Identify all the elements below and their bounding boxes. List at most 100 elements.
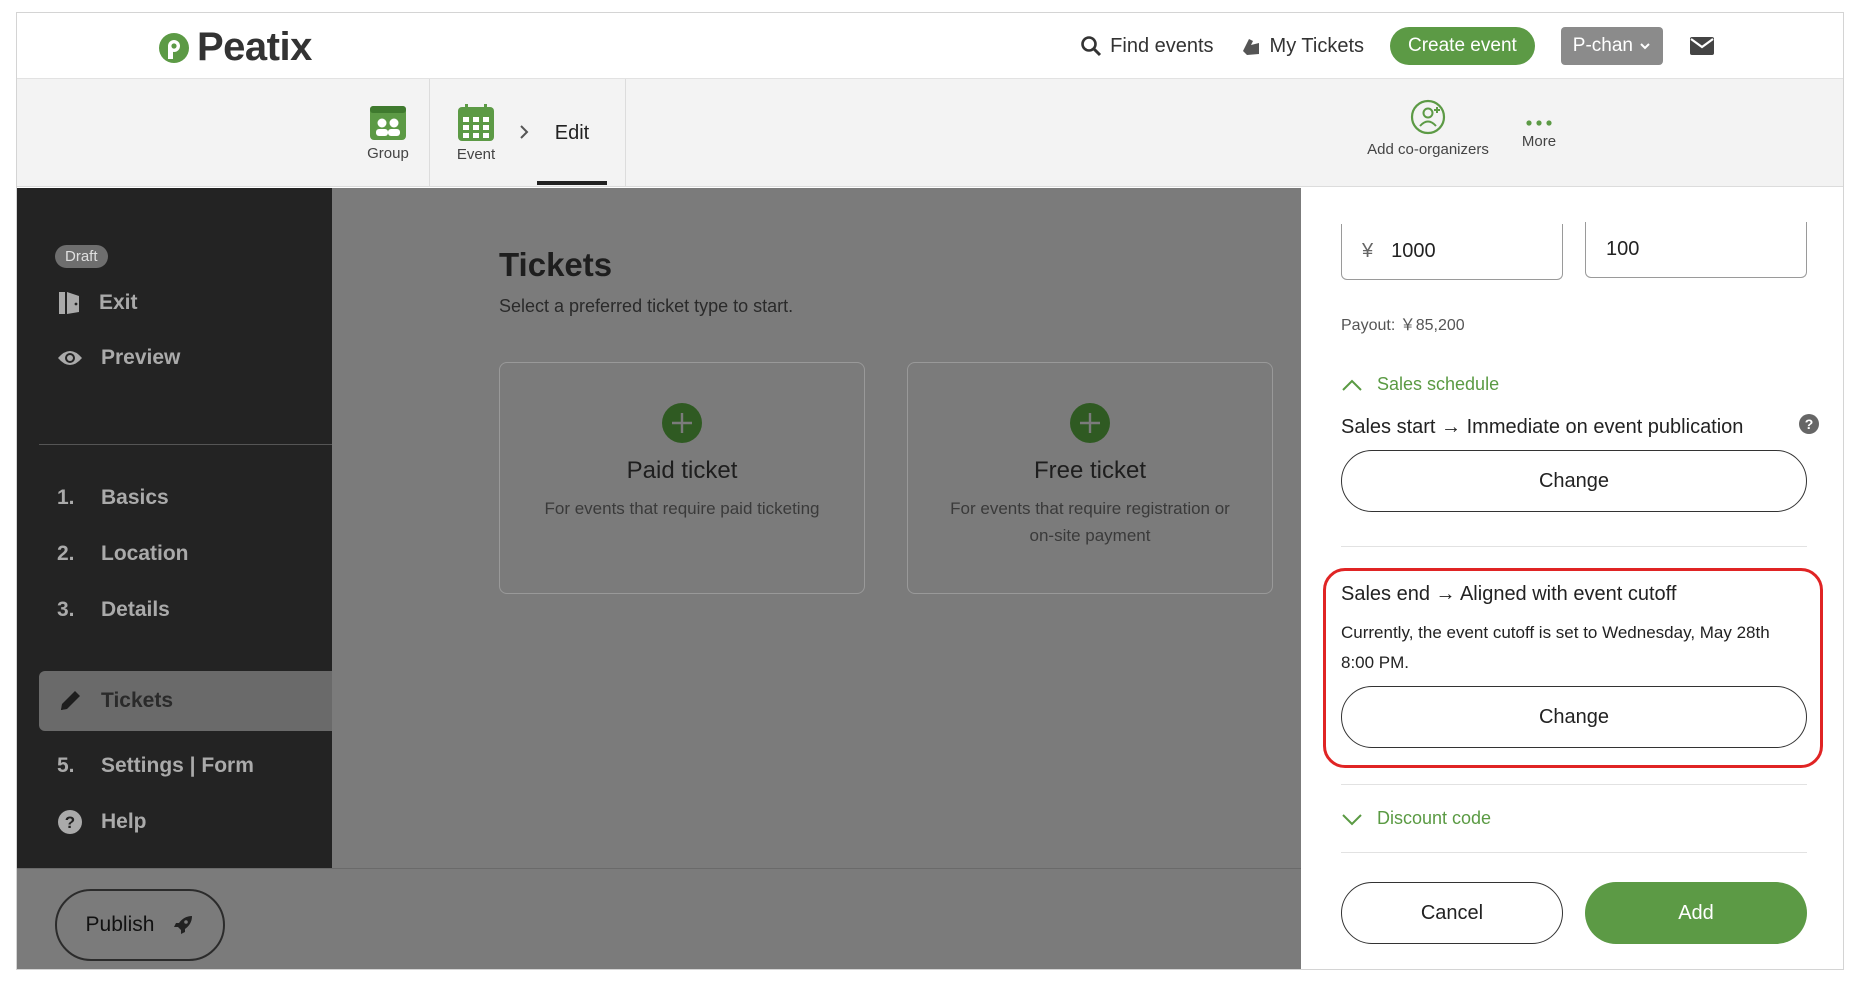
sales-schedule-toggle[interactable]: Sales schedule [1341,374,1499,395]
quantity-value: 100 [1606,238,1640,260]
page-title: Tickets [499,246,613,283]
step-number: 2. [57,542,75,565]
step-number: 3. [57,598,75,621]
user-name: P-chan [1572,35,1633,56]
my-tickets-link[interactable]: My Tickets [1240,35,1364,58]
step-number: 1. [57,486,75,509]
more-label: More [1521,133,1557,150]
find-events-label: Find events [1110,34,1214,57]
chevron-right-icon [520,125,529,139]
group-icon [370,105,406,140]
more-button[interactable]: More [1511,119,1567,150]
top-nav: Find events My Tickets Create event P-ch… [1080,25,1715,67]
sales-end-text: Sales end → Aligned with event cutoff [1341,583,1677,605]
preview-label: Preview [101,346,181,369]
active-tab-indicator [537,181,607,185]
add-button[interactable]: Add [1585,882,1807,944]
top-bar: Peatix Find events My Tickets Create eve… [17,13,1843,79]
question-icon[interactable]: ? [1799,414,1819,434]
paid-ticket-card[interactable]: Paid ticket For events that require paid… [499,362,865,594]
sidebar-item-tickets[interactable]: Tickets [57,688,173,714]
sidebar-item-location[interactable]: 2. Location [57,542,189,566]
step-label: Location [101,542,189,565]
bottom-action-bar: Publish [17,868,1301,969]
sales-start-text: Sales start → Immediate on event publica… [1341,416,1744,438]
main-area: Draft Exit Preview 1. Basics 2. Location… [17,188,1843,969]
divider [429,79,430,187]
card-title: Paid ticket [626,457,738,484]
step-label: Details [101,598,170,621]
sidebar-item-details[interactable]: 3. Details [57,598,170,622]
currency-symbol: ¥ [1362,240,1374,262]
discount-code-label: Discount code [1377,808,1492,828]
brand-name: Peatix [197,25,312,69]
add-circle-icon [662,403,702,443]
step-label: Basics [101,486,169,509]
add-coorganizers-button[interactable]: Add co-organizers [1353,99,1503,158]
publish-button[interactable]: Publish [55,889,225,961]
sidebar: Draft Exit Preview 1. Basics 2. Location… [17,188,332,868]
chevron-up-icon [1342,379,1362,391]
event-cutoff-text: Currently, the event cutoff is set to We… [1341,623,1770,672]
exit-label: Exit [99,291,138,314]
divider [625,79,626,187]
change-sales-start-button[interactable]: Change [1341,450,1807,512]
publish-label: Publish [85,913,155,936]
price-value: 1000 [1391,240,1436,262]
step-number: 5. [57,754,75,777]
breadcrumb-event[interactable]: Event [435,79,517,187]
sidebar-item-exit[interactable]: Exit [57,290,138,316]
sidebar-item-preview[interactable]: Preview [57,346,180,370]
event-label: Event [456,145,496,163]
peatix-logo[interactable]: Peatix [157,25,312,70]
search-icon [1081,36,1102,57]
discount-code-toggle[interactable]: Discount code [1341,808,1491,829]
step-label: Tickets [101,689,173,712]
mail-icon[interactable] [1689,35,1715,57]
payout-text: Payout: ￥85,200 [1341,317,1465,334]
add-person-icon [1410,99,1446,135]
pencil-icon [61,691,80,710]
breadcrumb-group[interactable]: Group [347,79,429,187]
quantity-field[interactable]: 100 [1585,222,1807,278]
price-field[interactable]: ¥ 1000 [1341,224,1563,280]
chevron-down-icon [1342,813,1362,825]
find-events-link[interactable]: Find events [1080,34,1214,58]
create-event-button[interactable]: Create event [1390,27,1535,65]
my-tickets-label: My Tickets [1269,34,1364,57]
more-dots-icon [1526,120,1552,126]
sub-header: Group Event Edit Add co-organizers More [17,79,1843,187]
sidebar-item-settings-form[interactable]: 5. Settings | Form [57,754,254,778]
peatix-logo-icon [159,32,189,63]
help-icon: ? [58,810,82,834]
sidebar-item-help[interactable]: ? Help [57,809,147,835]
eye-icon [58,351,82,365]
chevron-down-icon [1640,43,1650,50]
divider [1341,546,1807,547]
user-menu-button[interactable]: P-chan [1560,27,1663,65]
divider [39,444,332,445]
divider [1341,852,1807,853]
page-subtitle: Select a preferred ticket type to start. [499,296,794,316]
step-label: Settings | Form [101,754,254,777]
app-window: Peatix Find events My Tickets Create eve… [16,12,1844,970]
card-title: Free ticket [1033,457,1147,484]
tab-edit[interactable]: Edit [537,79,607,187]
sales-schedule-label: Sales schedule [1377,374,1500,394]
svg-text:?: ? [1805,416,1814,432]
cancel-button[interactable]: Cancel [1341,882,1563,944]
ticket-edit-panel: ¥ 1000 100 Payout: ￥85,200 Sales schedul… [1301,188,1843,969]
free-ticket-card[interactable]: Free ticket For events that require regi… [907,362,1273,594]
help-label: Help [101,810,147,833]
change-sales-end-button[interactable]: Change [1341,686,1807,748]
rocket-icon [174,916,193,934]
divider [1341,784,1807,785]
calendar-icon [458,103,494,141]
card-description: For events that require paid ticketing [544,499,820,518]
sidebar-item-basics[interactable]: 1. Basics [57,486,169,510]
group-label: Group [367,144,409,162]
status-badge: Draft [55,245,108,268]
exit-door-icon [59,292,79,314]
add-coorganizers-label: Add co-organizers [1367,141,1489,158]
card-description: For events that require registration or … [950,499,1230,545]
